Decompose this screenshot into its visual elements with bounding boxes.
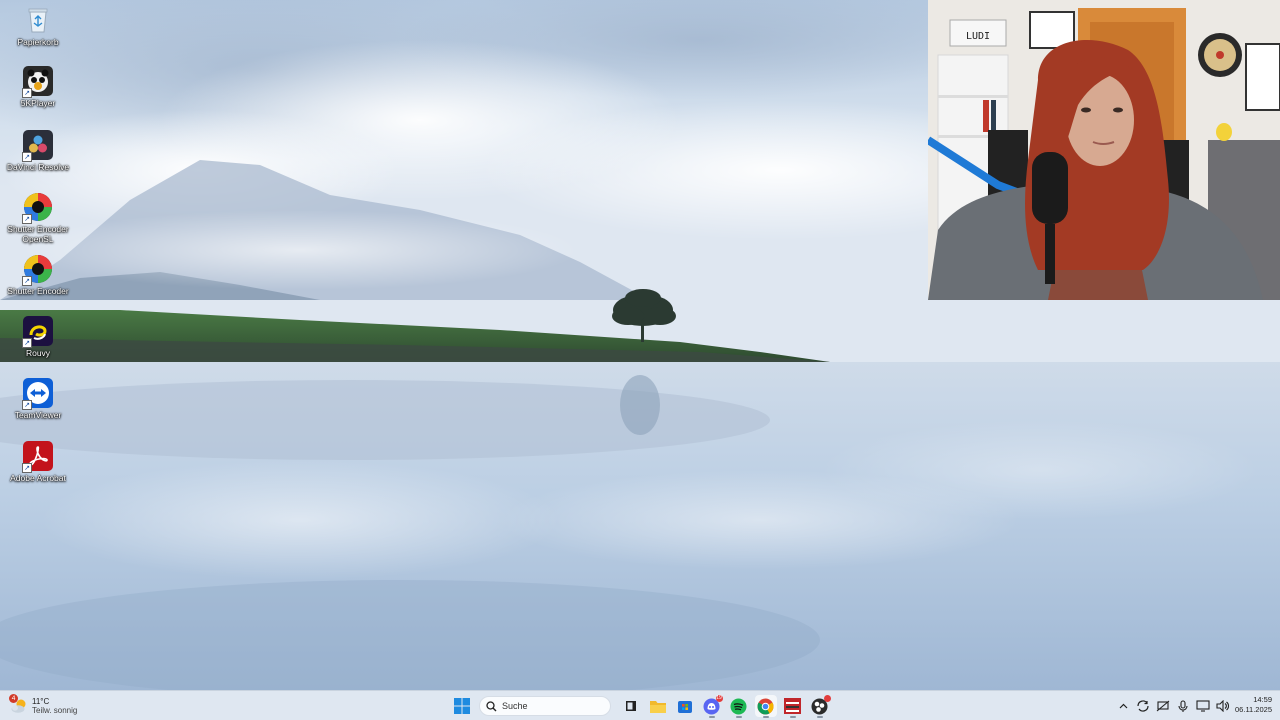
davinci-resolve-icon: ↗ <box>22 130 53 162</box>
chrome-button[interactable] <box>754 695 777 718</box>
system-tray <box>1113 694 1233 718</box>
spotify-icon <box>730 698 747 714</box>
taskbar-clock[interactable]: 14:59 06.11.2025 <box>1222 695 1272 715</box>
desktop-icon-label: 5KPlayer <box>20 98 56 108</box>
media-app-icon <box>784 698 801 714</box>
display-button[interactable] <box>1195 696 1212 716</box>
taskbar-center: Suche 19 <box>448 694 833 718</box>
desktop-icon-rouvy[interactable]: ↗ Rouvy <box>4 316 72 358</box>
microphone-icon <box>1178 699 1188 712</box>
display-icon <box>1196 700 1210 712</box>
adobe-acrobat-icon: ↗ <box>22 441 53 473</box>
obs-notification-dot <box>823 695 831 702</box>
microsoft-store-button[interactable] <box>674 695 696 717</box>
desktop-icon-label: Rouvy <box>25 348 51 358</box>
file-explorer-icon <box>649 701 666 713</box>
desktop-icon-teamviewer[interactable]: ↗ TeamViewer <box>4 378 72 420</box>
taskbar: 4 11°C Teilw. sonnig Suche 19 14:59 06.1… <box>0 690 1280 720</box>
desktop-icon-label: TeamViewer <box>14 410 62 420</box>
weather-badge: 4 <box>9 694 18 703</box>
desktop-icon-recycle-bin[interactable]: Papierkorb <box>4 5 72 47</box>
windows-start-icon <box>453 698 470 714</box>
desktop-icon-shutter-encoder[interactable]: ↗ Shutter Encoder <box>4 254 72 296</box>
sync-icon <box>1137 700 1149 712</box>
running-indicator <box>789 716 796 718</box>
clock-date: 06.11.2025 <box>1235 705 1272 714</box>
microphone-button[interactable] <box>1175 696 1192 716</box>
task-view-icon <box>625 701 636 711</box>
running-indicator <box>762 716 769 718</box>
taskbar-search-box[interactable]: Suche <box>479 696 611 716</box>
desktop-icon-label: DaVinci Resolve <box>6 162 70 172</box>
running-indicator <box>816 716 823 718</box>
running-indicator <box>735 716 742 718</box>
microsoft-store-icon <box>677 701 692 713</box>
desktop-icon-label: Shutter Encoder <box>7 286 69 296</box>
rouvy-icon: ↗ <box>22 316 53 348</box>
weather-condition: Teilw. sonnig <box>32 706 78 715</box>
chrome-icon <box>757 698 774 714</box>
media-app-button[interactable] <box>782 695 804 718</box>
desktop-icon-adobe-acrobat[interactable]: ↗ Adobe Acrobat <box>4 441 72 483</box>
network-off-icon <box>1156 700 1170 712</box>
desktop-icon-label: Adobe Acrobat <box>10 473 66 483</box>
desktop-icon-5kplayer[interactable]: ↗ 5KPlayer <box>4 66 72 108</box>
obs-button[interactable] <box>809 695 831 718</box>
spotify-button[interactable] <box>728 695 750 718</box>
recycle-bin-icon <box>23 5 53 35</box>
teamviewer-icon: ↗ <box>22 378 53 410</box>
running-indicator <box>708 716 715 718</box>
network-button[interactable] <box>1155 696 1172 716</box>
show-hidden-icons-button[interactable] <box>1115 696 1132 716</box>
discord-button[interactable]: 19 <box>701 695 723 718</box>
discord-notification-badge: 19 <box>715 695 723 702</box>
desktop-icon-shutter-encoder-opensl[interactable]: ↗ Shutter Encoder OpenSL <box>4 192 72 244</box>
file-explorer-button[interactable] <box>647 695 669 717</box>
task-view-button[interactable] <box>620 695 642 717</box>
search-icon <box>486 700 497 711</box>
shutter-encoder-icon: ↗ <box>22 254 53 286</box>
weather-temperature: 11°C <box>32 697 50 706</box>
desktop-icon-label: Shutter Encoder OpenSL <box>7 224 69 244</box>
search-placeholder: Suche <box>502 701 528 711</box>
shutter-encoder-opensl-icon: ↗ <box>22 192 53 224</box>
weather-widget[interactable]: 4 11°C Teilw. sonnig <box>9 694 78 718</box>
start-button[interactable] <box>451 695 473 717</box>
onedrive-sync-button[interactable] <box>1135 696 1152 716</box>
desktop-icon-label: Papierkorb <box>17 37 59 47</box>
weather-partly-sunny-icon: 4 <box>9 694 28 715</box>
clock-time: 14:59 <box>1253 695 1272 704</box>
5kplayer-icon: ↗ <box>22 66 53 98</box>
desktop-icon-davinci-resolve[interactable]: ↗ DaVinci Resolve <box>4 130 72 172</box>
webcam-sign-text: LUDI <box>966 31 990 42</box>
webcam-overlay: LUDI <box>928 0 1280 300</box>
chevron-up-icon <box>1119 703 1127 708</box>
